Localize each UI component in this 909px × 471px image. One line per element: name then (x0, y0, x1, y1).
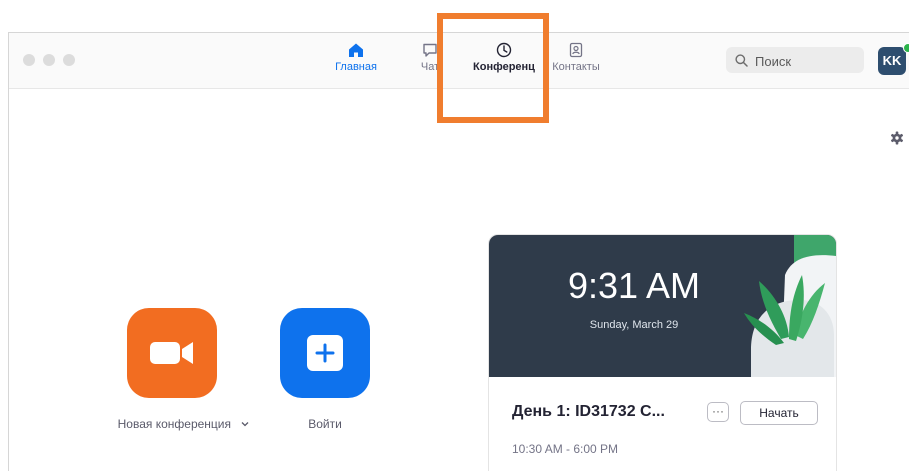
video-camera-icon (150, 342, 193, 364)
zoom-window-button[interactable] (63, 54, 75, 66)
tab-contacts-label: Контакты (552, 61, 600, 73)
upcoming-meeting-card: 9:31 AM Sunday, March 29 День 1: ID31732… (488, 234, 837, 471)
current-date: Sunday, March 29 (589, 319, 679, 331)
avatar[interactable]: KK (878, 47, 906, 75)
meeting-time: 10:30 AM - 6:00 PM (512, 442, 619, 456)
card-header: 9:31 AM Sunday, March 29 (489, 235, 836, 377)
plus-icon (307, 335, 343, 371)
highlight-frame (437, 13, 549, 123)
join-label: Войти (308, 417, 342, 431)
start-meeting-button[interactable]: Начать (740, 401, 818, 425)
online-status-indicator (903, 43, 909, 53)
gear-icon[interactable] (890, 131, 904, 145)
close-window-button[interactable] (23, 54, 35, 66)
search-icon (735, 54, 748, 67)
search-box[interactable] (726, 47, 864, 73)
home-icon (349, 43, 363, 57)
minimize-window-button[interactable] (43, 54, 55, 66)
tab-contacts[interactable]: Контакты (547, 41, 605, 73)
contacts-icon (569, 42, 583, 58)
new-meeting-button[interactable] (127, 308, 217, 398)
meeting-title: День 1: ID31732 C... (512, 403, 665, 420)
new-meeting-label: Новая конференция (117, 417, 232, 431)
tab-home-label: Главная (335, 61, 377, 73)
chevron-down-icon[interactable] (240, 420, 250, 428)
tab-home[interactable]: Главная (331, 41, 381, 73)
more-options-button[interactable]: ··· (707, 402, 729, 422)
join-button[interactable] (280, 308, 370, 398)
new-meeting-label-row[interactable]: Новая конференция (104, 417, 264, 431)
search-input[interactable] (753, 50, 857, 72)
current-time: 9:31 AM (567, 265, 701, 306)
